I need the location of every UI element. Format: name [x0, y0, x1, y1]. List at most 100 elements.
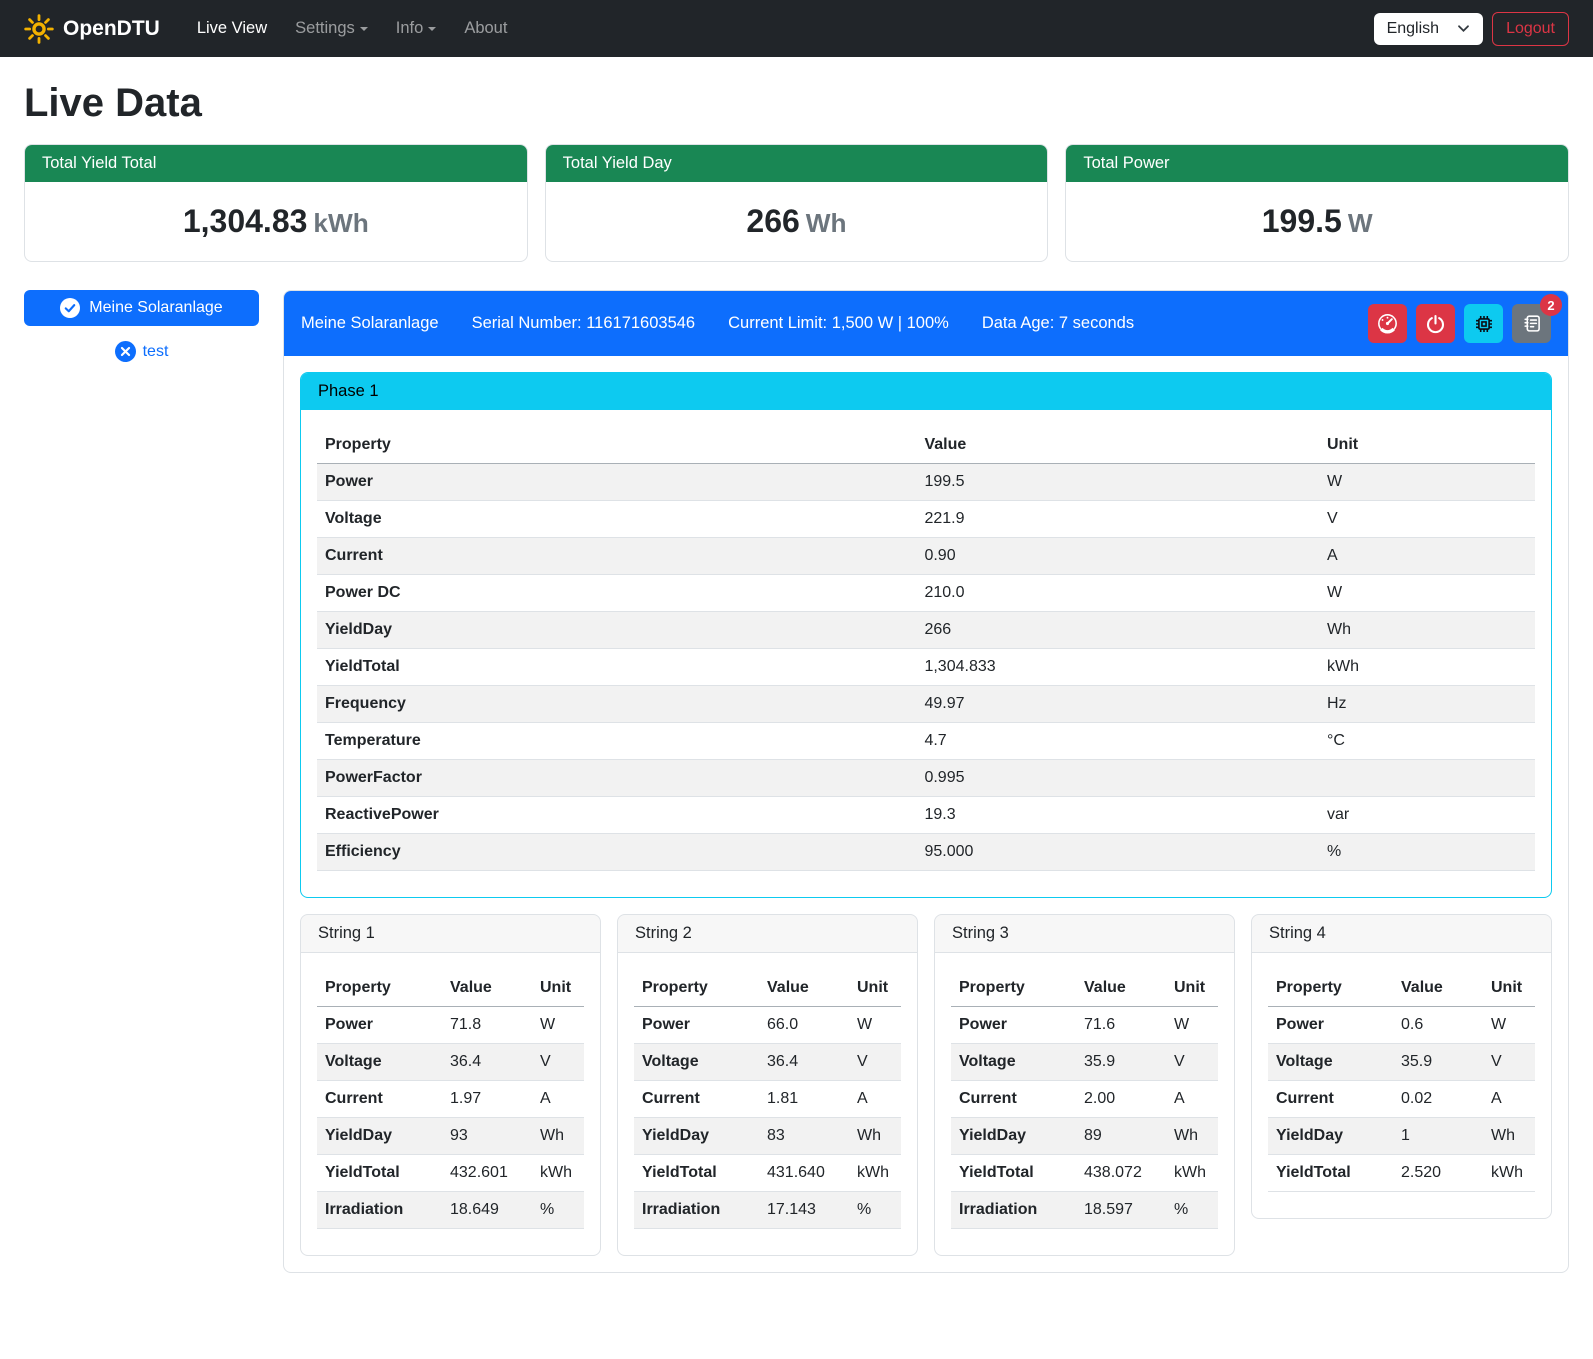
column-unit: Unit: [1319, 427, 1535, 464]
inverter-serial: Serial Number: 116171603546: [472, 314, 696, 333]
value-cell: 432.601: [442, 1155, 532, 1192]
card-title: Total Yield Total: [25, 145, 527, 182]
table-header-row: Property Value Unit: [317, 970, 584, 1007]
unit-cell: V: [1483, 1044, 1535, 1081]
value-number: 1,304.83: [183, 203, 308, 239]
event-log-button[interactable]: 2: [1512, 304, 1551, 343]
column-value: Value: [916, 427, 1319, 464]
property-cell: Temperature: [317, 723, 916, 760]
caret-down-icon: [360, 27, 368, 31]
table-header-row: Property Value Unit: [1268, 970, 1535, 1007]
table-row: Power71.8W: [317, 1007, 584, 1044]
table-header-row: Property Value Unit: [317, 427, 1535, 464]
value-cell: 71.8: [442, 1007, 532, 1044]
property-cell: YieldDay: [1268, 1118, 1393, 1155]
card-value: 266Wh: [546, 182, 1048, 261]
property-cell: Voltage: [634, 1044, 759, 1081]
inverter-limit: Current Limit: 1,500 W | 100%: [728, 314, 949, 333]
unit-cell: W: [849, 1007, 901, 1044]
unit-cell: [1319, 760, 1535, 797]
property-cell: YieldDay: [951, 1118, 1076, 1155]
card-title: Total Yield Day: [546, 145, 1048, 182]
column-value: Value: [1393, 970, 1483, 1007]
property-cell: Current: [951, 1081, 1076, 1118]
nav-item-about[interactable]: About: [453, 11, 518, 46]
unit-cell: Wh: [849, 1118, 901, 1155]
brand[interactable]: OpenDTU: [24, 14, 160, 44]
table-row: YieldTotal1,304.833kWh: [317, 649, 1535, 686]
main-content: Live Data Total Yield Total 1,304.83kWh …: [0, 57, 1593, 1297]
value-cell: 199.5: [916, 464, 1319, 501]
unit-cell: Wh: [1319, 612, 1535, 649]
navbar: OpenDTU Live View Settings Info About En…: [0, 0, 1593, 57]
property-cell: PowerFactor: [317, 760, 916, 797]
value-cell: 0.90: [916, 538, 1319, 575]
table-row: Temperature4.7°C: [317, 723, 1535, 760]
property-cell: Power DC: [317, 575, 916, 612]
language-select[interactable]: English: [1374, 13, 1483, 45]
property-cell: YieldTotal: [317, 649, 916, 686]
column-property: Property: [1268, 970, 1393, 1007]
unit-cell: V: [1166, 1044, 1218, 1081]
value-cell: 93: [442, 1118, 532, 1155]
brand-label: OpenDTU: [63, 17, 160, 41]
nav-item-info[interactable]: Info: [385, 11, 448, 46]
device-info-button[interactable]: [1464, 304, 1503, 343]
inverter-select-button[interactable]: Meine Solaranlage: [24, 290, 259, 326]
event-count-badge[interactable]: 2: [1540, 294, 1562, 316]
property-cell: Frequency: [317, 686, 916, 723]
card-value: 199.5W: [1066, 182, 1568, 261]
property-cell: Irradiation: [634, 1192, 759, 1229]
limit-settings-button[interactable]: [1368, 304, 1407, 343]
inverter-item-test[interactable]: test: [24, 341, 259, 362]
unit-cell: A: [532, 1081, 584, 1118]
unit-cell: W: [1319, 464, 1535, 501]
property-cell: Current: [634, 1081, 759, 1118]
value-cell: 18.597: [1076, 1192, 1166, 1229]
string-title: String 1: [301, 915, 600, 953]
string-title: String 2: [618, 915, 917, 953]
value-cell: 1,304.833: [916, 649, 1319, 686]
column-value: Value: [759, 970, 849, 1007]
total-yield-day-card: Total Yield Day 266Wh: [545, 144, 1049, 262]
phase-body: Property Value Unit Power199.5WVoltage22…: [301, 410, 1551, 897]
property-cell: Voltage: [317, 1044, 442, 1081]
unit-cell: A: [1483, 1081, 1535, 1118]
value-cell: 36.4: [759, 1044, 849, 1081]
table-row: Power DC210.0W: [317, 575, 1535, 612]
nav-item-settings[interactable]: Settings: [284, 11, 379, 46]
property-cell: Power: [951, 1007, 1076, 1044]
string-3-card: String 3 Property Value Unit: [934, 914, 1235, 1256]
unit-cell: Wh: [1483, 1118, 1535, 1155]
property-cell: Irradiation: [951, 1192, 1076, 1229]
property-cell: YieldDay: [317, 1118, 442, 1155]
string-1-card: String 1 Property Value Unit: [300, 914, 601, 1256]
strings-row: String 1 Property Value Unit: [300, 914, 1552, 1256]
property-cell: Voltage: [951, 1044, 1076, 1081]
inverter-actions: 2: [1368, 304, 1551, 343]
value-cell: 0.995: [916, 760, 1319, 797]
table-row: Voltage35.9V: [951, 1044, 1218, 1081]
property-cell: Voltage: [1268, 1044, 1393, 1081]
nav-item-live-view[interactable]: Live View: [186, 11, 278, 46]
x-circle-icon: [115, 341, 136, 362]
table-row: Frequency49.97Hz: [317, 686, 1535, 723]
value-number: 266: [746, 203, 799, 239]
property-cell: Current: [317, 1081, 442, 1118]
unit-cell: kWh: [849, 1155, 901, 1192]
table-row: Power66.0W: [634, 1007, 901, 1044]
string-3-table: Property Value Unit Power71.6WVoltage35.…: [951, 970, 1218, 1229]
table-row: Current1.81A: [634, 1081, 901, 1118]
inverter-item-label: test: [143, 343, 169, 361]
inverter-list: Meine Solaranlage test: [24, 290, 259, 362]
unit-cell: W: [1483, 1007, 1535, 1044]
inverter-body: Phase 1 Property Value Unit Power199.5WV…: [284, 356, 1568, 1272]
column-property: Property: [951, 970, 1076, 1007]
value-cell: 89: [1076, 1118, 1166, 1155]
value-cell: 18.649: [442, 1192, 532, 1229]
logout-button[interactable]: Logout: [1492, 12, 1569, 46]
power-button[interactable]: [1416, 304, 1455, 343]
table-header-row: Property Value Unit: [951, 970, 1218, 1007]
column-unit: Unit: [1483, 970, 1535, 1007]
table-row: PowerFactor0.995: [317, 760, 1535, 797]
